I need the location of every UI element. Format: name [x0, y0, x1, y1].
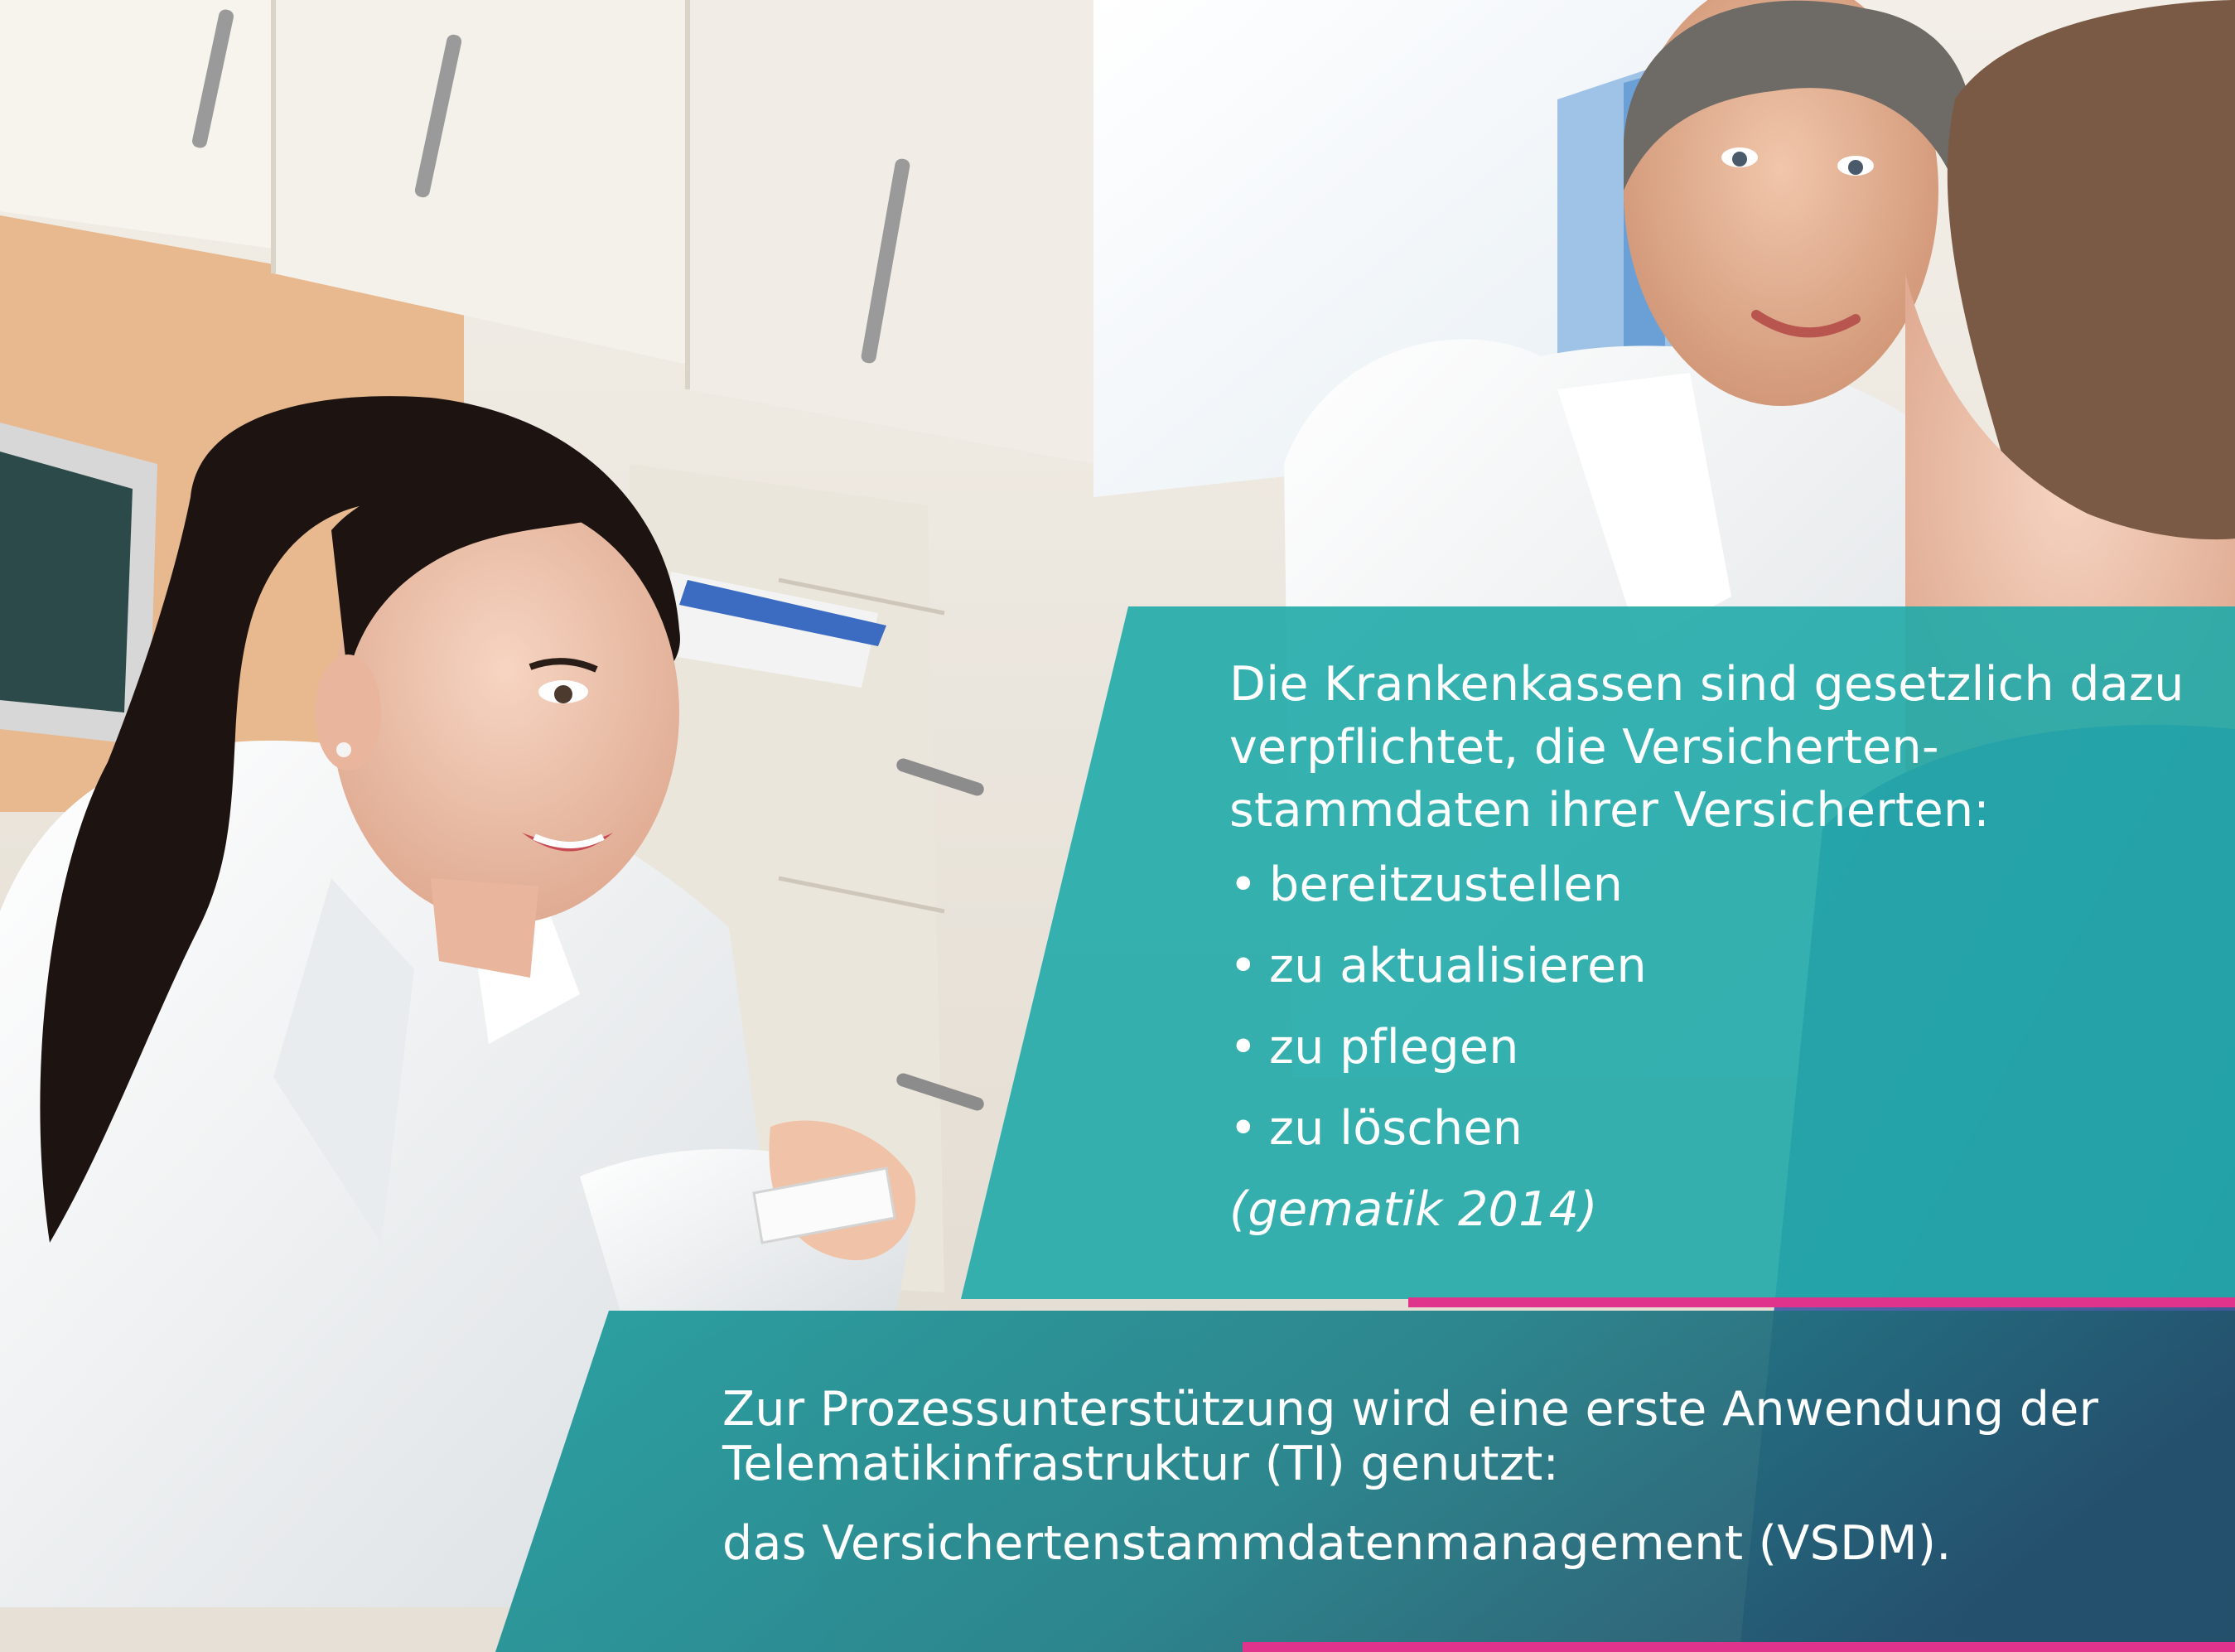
- info-panel-bottom: Zur Prozessunterstützung wird eine erste…: [0, 0, 2235, 1652]
- accent-line-bottom: [1243, 1642, 2235, 1652]
- panel-bottom-line-2: das Versichertenstammdatenmanagement (VS…: [722, 1516, 1952, 1571]
- accent-line-top: [1408, 1297, 2235, 1307]
- panel-bottom-line-1: Zur Prozessunterstützung wird eine erste…: [722, 1382, 2099, 1491]
